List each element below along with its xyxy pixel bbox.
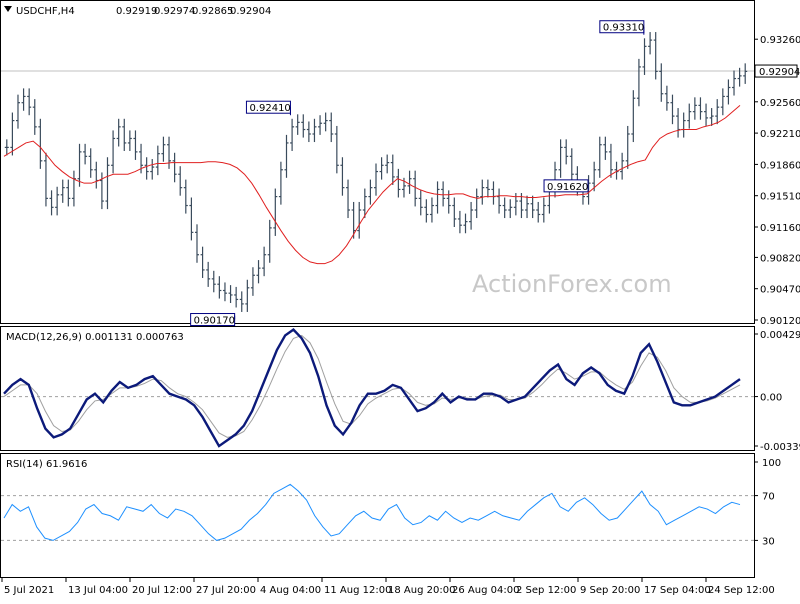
y-tick-label: 0.93260 — [760, 35, 800, 46]
y-tick-label: 0.90820 — [760, 253, 800, 264]
header-low: 0.92865 — [192, 6, 233, 17]
current-price-text: 0.92904 — [759, 67, 800, 78]
price-annotation: 0.92410 — [245, 100, 291, 116]
price-annotation: 0.93310 — [599, 20, 645, 35]
annotation-label: 0.91620 — [547, 182, 588, 193]
chart-canvas: ActionForex.com USDCHF,H4 0.92919 0.9297… — [0, 0, 800, 596]
header-high: 0.92974 — [154, 6, 195, 17]
x-tick-label: 5 Jul 2021 — [4, 585, 54, 596]
y-tick-label: 0.92210 — [760, 129, 800, 140]
x-tick-label: 9 Sep 20:00 — [580, 585, 640, 596]
annotation-label: 0.93310 — [603, 23, 644, 34]
rsi-tick-label: 30 — [762, 536, 775, 547]
rsi-tick-label: 70 — [762, 492, 775, 503]
x-tick-label: 27 Jul 20:00 — [196, 585, 256, 596]
rsi-tick-label: 100 — [762, 458, 781, 469]
macd-tick-label: 0.00 — [760, 393, 782, 404]
price-annotation: 0.91620 — [543, 179, 589, 193]
chart-header: USDCHF,H4 0.92919 0.92974 0.92865 0.9290… — [4, 6, 271, 17]
macd-title: MACD(12,26,9) 0.001131 0.000763 — [6, 332, 184, 343]
y-tick-label: 0.90470 — [760, 285, 800, 296]
header-close: 0.92904 — [230, 6, 271, 17]
rsi-axis: 100 70 30 — [754, 458, 781, 547]
watermark-text: ActionForex.com — [472, 270, 672, 298]
annotation-label: 0.92410 — [249, 103, 290, 114]
x-tick-label: 18 Aug 20:00 — [388, 585, 455, 596]
header-open: 0.92919 — [116, 6, 157, 17]
x-tick-label: 11 Aug 12:00 — [324, 585, 391, 596]
x-tick-label: 13 Jul 04:00 — [68, 585, 128, 596]
x-tick-label: 20 Jul 12:00 — [132, 585, 192, 596]
current-price-label: 0.92904 — [754, 64, 800, 78]
rsi-title: RSI(14) 61.9616 — [6, 459, 87, 470]
x-tick-label: 26 Aug 04:00 — [452, 585, 519, 596]
y-tick-label: 0.90120 — [760, 316, 800, 327]
macd-axis: 0.004299 0.00 -0.003396 — [754, 330, 800, 453]
x-tick-label: 24 Sep 12:00 — [708, 585, 775, 596]
time-axis: 5 Jul 2021 13 Jul 04:00 20 Jul 12:00 27 Jul… — [1, 578, 775, 596]
x-tick-label: 4 Aug 04:00 — [260, 585, 321, 596]
price-axis: 0.93260 0.92560 0.92210 0.91860 0.91510 0.911… — [754, 35, 800, 327]
annotation-label: 0.90170 — [194, 316, 235, 327]
macd-tick-label: -0.003396 — [760, 442, 800, 453]
y-tick-label: 0.91160 — [760, 223, 800, 234]
x-tick-label: 17 Sep 04:00 — [644, 585, 711, 596]
y-tick-label: 0.91860 — [760, 160, 800, 171]
price-annotation: 0.90170 — [190, 313, 236, 327]
macd-tick-label: 0.004299 — [760, 330, 800, 341]
chart-window: ActionForex.com USDCHF,H4 0.92919 0.9297… — [0, 0, 800, 600]
y-tick-label: 0.92560 — [760, 98, 800, 109]
rsi-panel-frame — [0, 453, 755, 578]
x-tick-label: 2 Sep 12:00 — [516, 585, 576, 596]
y-tick-label: 0.91510 — [760, 192, 800, 203]
header-symbol: USDCHF,H4 — [16, 6, 75, 17]
